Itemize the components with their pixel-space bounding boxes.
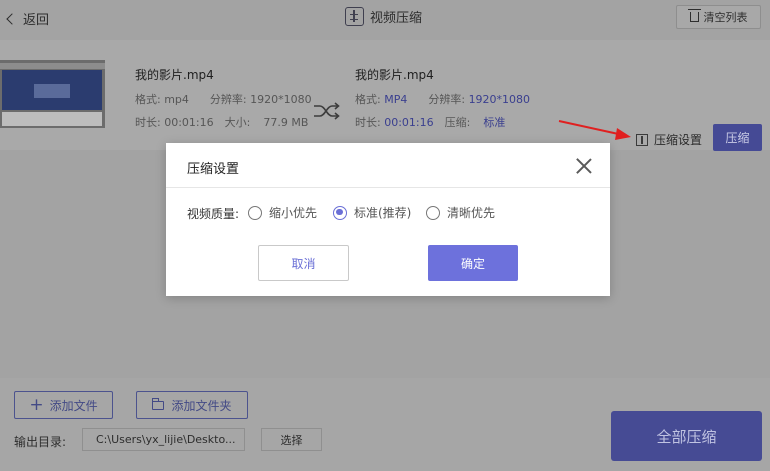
add-folder-label: 添加文件夹 [171,398,232,413]
source-duration-line: 时长: 00:01:16 大小: 77.9 MB [135,116,309,129]
plus-icon: + [29,394,44,415]
output-dir-label: 输出目录: [14,435,67,449]
source-format-line: 格式: mp4 分辨率: 1920*1080 [135,93,312,106]
video-thumbnail [0,60,105,128]
radio-clarity-first[interactable]: 清晰优先 [426,204,495,221]
compress-settings-dialog: 压缩设置 视频质量: 缩小优先 标准(推荐) 清晰优先 取消 确定 [166,143,610,296]
radio-label: 清晰优先 [447,206,496,220]
dialog-divider [166,187,610,188]
bottom-toolbar: + 添加文件 添加文件夹 输出目录: C:\Users\yx_lijie\Des… [0,378,770,471]
choose-dir-button[interactable]: 选择 [261,428,322,451]
back-button[interactable]: 返回 [6,9,50,28]
clear-list-label: 清空列表 [703,11,748,24]
add-file-label: 添加文件 [49,398,98,413]
close-icon[interactable] [574,156,594,176]
source-file-name: 我的影片.mp4 [135,68,214,82]
add-file-button[interactable]: + 添加文件 [14,391,113,419]
radio-label: 标准(推荐) [354,206,412,220]
clear-list-button[interactable]: 清空列表 [676,5,761,29]
radio-circle-icon [426,205,440,220]
add-folder-button[interactable]: 添加文件夹 [136,391,248,419]
cancel-button[interactable]: 取消 [258,245,349,281]
target-compress-level: 标准 [483,116,506,129]
red-arrow-annotation [558,120,631,140]
settings-icon [636,133,648,146]
back-label: 返回 [23,13,50,28]
target-duration: 00:01:16 [384,116,434,129]
target-format: MP4 [384,93,408,106]
target-duration-line: 时长: 00:01:16 压缩: 标准 [355,116,506,129]
compress-settings-label: 压缩设置 [654,133,703,147]
source-duration: 00:01:16 [164,116,214,129]
folder-icon [152,397,165,410]
chevron-left-icon [6,13,18,25]
source-size: 77.9 MB [263,116,309,129]
compress-settings-link[interactable]: 压缩设置 [636,131,702,148]
compress-button[interactable]: 压缩 [713,124,762,151]
radio-circle-icon [248,205,262,220]
target-file-name: 我的影片.mp4 [355,68,434,82]
radio-selected-icon [333,205,347,220]
top-bar: 返回 视频压缩 清空列表 [0,0,770,36]
video-quality-label: 视频质量: [187,207,240,221]
source-resolution: 1920*1080 [250,93,312,106]
radio-standard[interactable]: 标准(推荐) [333,204,411,221]
target-resolution: 1920*1080 [468,93,531,106]
page-title: 视频压缩 [345,7,422,26]
dialog-title: 压缩设置 [187,162,240,177]
video-compress-icon [345,7,364,26]
radio-label: 缩小优先 [269,206,318,220]
page-title-text: 视频压缩 [370,11,423,26]
target-format-line: 格式: MP4 分辨率: 1920*1080 [355,93,531,106]
radio-smaller-first[interactable]: 缩小优先 [248,204,317,221]
confirm-button[interactable]: 确定 [428,245,518,281]
output-path-field[interactable]: C:\Users\yx_lijie\Deskto... [82,428,245,451]
compress-all-button[interactable]: 全部压缩 [611,411,762,461]
trash-icon [687,9,701,22]
source-format: mp4 [164,93,189,106]
shuffle-icon [314,102,340,120]
file-list-item: 我的影片.mp4 格式: mp4 分辨率: 1920*1080 时长: 00:0… [0,40,770,151]
